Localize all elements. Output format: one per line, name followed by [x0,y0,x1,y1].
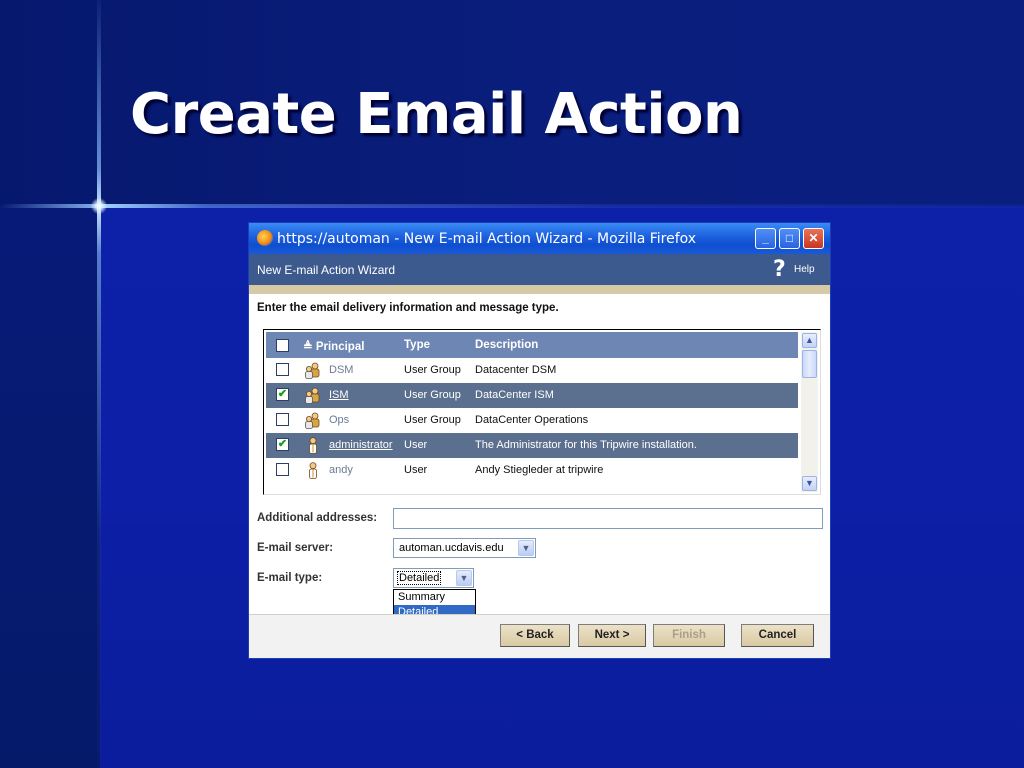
principal-name[interactable]: Ops [329,414,349,426]
next-button[interactable]: Next > [578,624,646,647]
table-header: ≜ Principal Type Description [266,332,798,358]
principal-name[interactable]: administrator [329,439,393,451]
table-row[interactable]: DSM User Group Datacenter DSM [266,358,798,383]
minimize-button[interactable]: _ [755,228,776,249]
finish-button[interactable]: Finish [653,624,725,647]
row-checkbox[interactable]: ✔ [276,438,289,451]
firefox-icon [257,230,273,246]
decorative-vertical-line [97,0,101,768]
close-button[interactable]: ✕ [803,228,824,249]
principal-list[interactable]: ≜ Principal Type Description DSM User Gr… [263,329,821,495]
vertical-scrollbar[interactable]: ▲ ▼ [801,332,818,492]
principal-name[interactable]: andy [329,464,353,476]
select-all-checkbox[interactable] [276,339,289,352]
additional-addresses-label: Additional addresses: [257,512,378,524]
slide-title: Create Email Action [130,82,743,147]
browser-window: https://automan - New E-mail Action Wiza… [248,222,831,659]
user-group-icon [305,387,320,404]
email-type-value: Detailed [397,571,442,585]
email-type-select[interactable]: Detailed ▼ [393,568,474,588]
table-row[interactable]: Ops User Group DataCenter Operations [266,408,798,433]
wizard-title: New E-mail Action Wizard [257,263,396,277]
email-server-label: E-mail server: [257,542,334,554]
window-titlebar[interactable]: https://automan - New E-mail Action Wiza… [249,223,830,254]
user-group-icon [305,412,320,429]
user-group-icon [305,362,320,379]
help-icon[interactable]: ? [773,257,786,282]
close-icon: ✕ [808,231,819,245]
email-type-label: E-mail type: [257,572,323,584]
scroll-up-button[interactable]: ▲ [802,333,817,348]
row-checkbox[interactable] [276,363,289,376]
chevron-down-icon[interactable]: ▼ [456,570,472,586]
sort-icon: ≜ [303,341,313,353]
scroll-down-button[interactable]: ▼ [802,476,817,491]
wizard-header-band [249,285,830,294]
help-link[interactable]: Help [794,264,815,275]
slide-background-left [0,206,100,768]
decorative-horizontal-line [0,204,1024,208]
principal-type: User Group [404,414,461,426]
cancel-button[interactable]: Cancel [741,624,814,647]
email-server-select[interactable]: automan.ucdavis.edu ▼ [393,538,536,558]
principal-type: User [404,464,428,476]
principal-name[interactable]: DSM [329,364,353,376]
principal-description: Datacenter DSM [475,364,557,376]
minimize-icon: _ [762,231,769,245]
column-header-type[interactable]: Type [404,339,430,351]
instruction-text: Enter the email delivery information and… [257,302,559,314]
principal-type: User [404,439,428,451]
sparkle-icon [91,198,107,214]
scroll-thumb[interactable] [802,350,817,378]
wizard-header: New E-mail Action Wizard ? Help [249,254,830,285]
chevron-down-icon[interactable]: ▼ [518,540,534,556]
table-row[interactable]: andy User Andy Stiegleder at tripwire [266,458,798,483]
principal-type: User Group [404,364,461,376]
principal-description: DataCenter Operations [475,414,589,426]
principal-name[interactable]: ISM [329,389,349,401]
maximize-button[interactable]: □ [779,228,800,249]
back-button[interactable]: < Back [500,624,570,647]
email-server-value: automan.ucdavis.edu [399,542,504,554]
principal-type: User Group [404,389,461,401]
row-checkbox[interactable]: ✔ [276,388,289,401]
principal-description: DataCenter ISM [475,389,554,401]
table-row[interactable]: ✔ administrator User The Administrator f… [266,433,798,458]
user-icon [309,462,317,479]
table-row[interactable]: ✔ ISM User Group DataCenter ISM [266,383,798,408]
row-checkbox[interactable] [276,463,289,476]
row-checkbox[interactable] [276,413,289,426]
additional-addresses-input[interactable] [393,508,823,529]
column-header-description[interactable]: Description [475,339,538,351]
window-title: https://automan - New E-mail Action Wiza… [277,231,697,247]
principal-description: The Administrator for this Tripwire inst… [475,439,697,451]
dropdown-option-summary[interactable]: Summary [394,590,475,605]
principal-description: Andy Stiegleder at tripwire [475,464,604,476]
column-header-principal[interactable]: ≜ Principal [303,339,364,353]
maximize-icon: □ [785,231,794,245]
user-icon [309,437,317,454]
